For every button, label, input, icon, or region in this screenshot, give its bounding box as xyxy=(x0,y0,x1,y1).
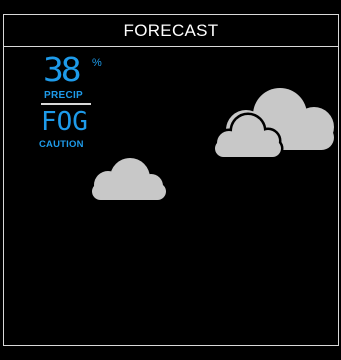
forecast-screen: FORECAST 38 % PRECIP FOG CAUTION xyxy=(0,0,341,360)
clouds-icon xyxy=(92,88,334,200)
cloud-icon xyxy=(92,158,166,200)
